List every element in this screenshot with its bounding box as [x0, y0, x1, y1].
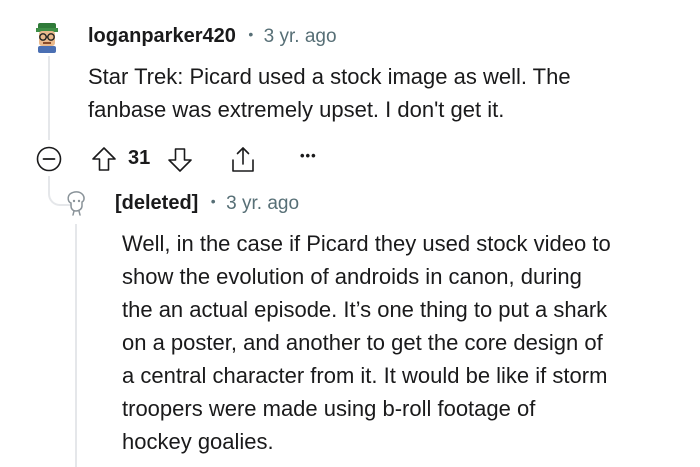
meta-separator: •	[210, 193, 216, 209]
deleted-avatar-icon	[64, 190, 88, 216]
downvote-icon[interactable]	[166, 146, 194, 174]
collapse-icon[interactable]	[36, 146, 62, 172]
meta-separator: •	[248, 26, 254, 42]
comment-time[interactable]: 3 yr. ago	[264, 26, 337, 47]
reply-time[interactable]: 3 yr. ago	[226, 193, 299, 214]
reply-body-line: a central character from it. It would be…	[122, 363, 608, 388]
comment-header: loganparker420 • 3 yr. ago	[88, 25, 337, 48]
more-icon[interactable]: •••	[300, 148, 317, 163]
upvote-icon[interactable]	[90, 145, 118, 173]
reply-author: [deleted]	[115, 192, 199, 214]
avatar[interactable]	[30, 20, 64, 54]
reply-body: Well, in the case if Picard they used st…	[122, 227, 692, 458]
thread-line-reply	[75, 224, 77, 467]
thread-line-main	[48, 56, 50, 140]
share-icon[interactable]	[229, 144, 257, 174]
vote-score: 31	[128, 147, 151, 169]
reply-body-line: show the evolution of androids in canon,…	[122, 264, 582, 289]
reply-body-line: troopers were made using b-roll footage …	[122, 396, 536, 421]
comment-body-line: fanbase was extremely upset. I don't get…	[88, 97, 505, 122]
reply-body-line: hockey goalies.	[122, 429, 274, 454]
comment-author[interactable]: loganparker420	[88, 25, 236, 47]
reply-body-line: on a poster, and another to get the core…	[122, 330, 603, 355]
reply-header: [deleted] • 3 yr. ago	[115, 192, 299, 215]
reply-body-line: Well, in the case if Picard they used st…	[122, 231, 611, 256]
comment-body: Star Trek: Picard used a stock image as …	[88, 60, 668, 126]
comment-body-line: Star Trek: Picard used a stock image as …	[88, 64, 571, 89]
reply-body-line: the an actual episode. It’s one thing to…	[122, 297, 608, 322]
